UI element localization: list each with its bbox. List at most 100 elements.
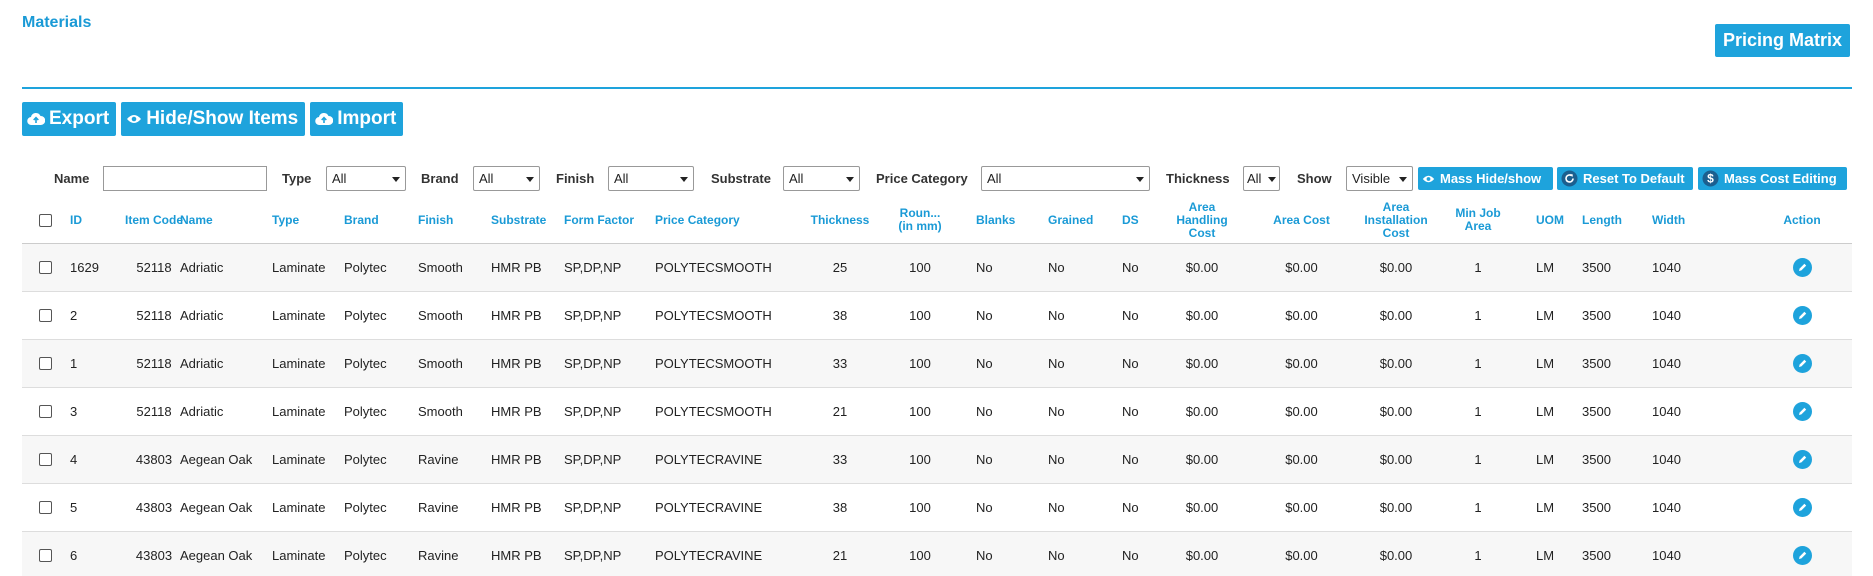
cell-type: Laminate [272, 404, 326, 419]
col-brand[interactable]: Brand [344, 196, 414, 244]
row-select-cell [38, 292, 52, 339]
cell-name: Adriatic [180, 356, 224, 371]
row-select-cell [38, 484, 52, 531]
col-grained[interactable]: Grained [1048, 196, 1108, 244]
type-filter-select[interactable]: All [326, 166, 406, 191]
cell-rounding: 100 [909, 548, 931, 563]
show-filter-select[interactable]: Visible [1346, 166, 1413, 191]
thickness-filter-value: All [1247, 171, 1262, 186]
col-length[interactable]: Length [1582, 196, 1642, 244]
col-area-handling-cost[interactable]: Area Handling Cost [1167, 196, 1237, 244]
cell-form-factor: SP,DP,NP [564, 452, 622, 467]
select-all-checkbox[interactable] [38, 213, 52, 227]
col-uom[interactable]: UOM [1536, 196, 1576, 244]
cell-grained: No [1048, 260, 1065, 275]
cell-ds: No [1122, 500, 1139, 515]
col-form-factor[interactable]: Form Factor [564, 196, 654, 244]
cell-id: 1629 [70, 260, 99, 275]
cell-price-category: POLYTECSMOOTH [655, 356, 772, 371]
cell-ds: No [1122, 404, 1139, 419]
price-category-filter-select[interactable]: All [981, 166, 1150, 191]
cell-min-job-area: 1 [1474, 308, 1482, 323]
cell-name: Aegean Oak [180, 500, 253, 515]
cell-area-cost: $0.00 [1285, 500, 1318, 515]
cell-price-category: POLYTECRAVINE [655, 500, 763, 515]
col-name[interactable]: Name [180, 196, 260, 244]
cell-length: 3500 [1582, 260, 1611, 275]
col-rounding[interactable]: Roun... (in mm) [895, 196, 945, 244]
finish-filter-select[interactable]: All [608, 166, 694, 191]
col-thickness[interactable]: Thickness [800, 196, 880, 244]
col-price-category[interactable]: Price Category [655, 196, 795, 244]
pencil-icon[interactable] [1792, 498, 1812, 517]
cell-price-category: POLYTECSMOOTH [655, 404, 772, 419]
cell-rounding: 100 [909, 500, 931, 515]
pricing-matrix-button[interactable]: Pricing Matrix [1715, 24, 1850, 57]
cell-area-handling-cost: $0.00 [1185, 548, 1219, 563]
col-min-job-area[interactable]: Min Job Area [1450, 196, 1506, 244]
pencil-icon[interactable] [1792, 402, 1812, 421]
reset-to-default-button[interactable]: Reset To Default [1557, 167, 1693, 190]
cell-blanks: No [976, 404, 993, 419]
row-checkbox[interactable] [38, 453, 52, 466]
cell-rounding: 100 [909, 356, 931, 371]
cell-area-handling-cost: $0.00 [1185, 404, 1219, 419]
cell-thickness: 21 [832, 548, 848, 563]
cell-area-installation-cost: $0.00 [1379, 452, 1413, 467]
cell-name: Aegean Oak [180, 548, 253, 563]
export-label: Export [49, 108, 110, 129]
row-select-cell [38, 388, 52, 435]
cell-thickness: 25 [832, 260, 848, 275]
col-width[interactable]: Width [1652, 196, 1712, 244]
substrate-filter-select[interactable]: All [783, 166, 860, 191]
hide-show-items-button[interactable]: Hide/Show Items [121, 102, 306, 136]
pencil-icon[interactable] [1792, 258, 1812, 277]
name-filter-label: Name [54, 171, 90, 186]
col-area-cost[interactable]: Area Cost [1254, 196, 1349, 244]
cell-price-category: POLYTECSMOOTH [655, 260, 772, 275]
pencil-icon[interactable] [1792, 354, 1812, 373]
brand-filter-select[interactable]: All [473, 166, 540, 191]
reset-to-default-label: Reset To Default [1583, 171, 1685, 186]
cell-width: 1040 [1652, 452, 1681, 467]
import-button[interactable]: Import [310, 102, 404, 136]
row-select-cell [38, 340, 52, 387]
row-checkbox[interactable] [38, 309, 52, 322]
col-type[interactable]: Type [272, 196, 342, 244]
row-checkbox[interactable] [38, 405, 52, 418]
col-ds[interactable]: DS [1122, 196, 1152, 244]
row-checkbox[interactable] [38, 501, 52, 514]
row-checkbox[interactable] [38, 357, 52, 370]
pencil-icon[interactable] [1792, 306, 1812, 325]
cell-brand: Polytec [344, 356, 387, 371]
cell-width: 1040 [1652, 260, 1681, 275]
col-area-installation-cost[interactable]: Area Installation Cost [1356, 196, 1436, 244]
name-filter-input[interactable] [103, 166, 267, 191]
cell-uom: LM [1536, 452, 1555, 467]
row-checkbox[interactable] [38, 549, 52, 562]
cell-brand: Polytec [344, 548, 387, 563]
col-id[interactable]: ID [70, 196, 120, 244]
col-substrate[interactable]: Substrate [491, 196, 561, 244]
export-button[interactable]: Export [22, 102, 117, 136]
cell-id: 3 [70, 404, 78, 419]
col-finish[interactable]: Finish [418, 196, 488, 244]
thickness-filter-select[interactable]: All [1243, 166, 1280, 191]
mass-cost-editing-button[interactable]: $ Mass Cost Editing [1698, 167, 1847, 190]
col-blanks[interactable]: Blanks [976, 196, 1036, 244]
table-body: 1629 52118 Adriatic Laminate Polytec Smooth HM… [22, 244, 1852, 576]
table-row: 4 43803 Aegean Oak Laminate Polytec Ravine HMR… [22, 436, 1852, 484]
pencil-icon[interactable] [1792, 450, 1812, 469]
pencil-icon[interactable] [1792, 546, 1812, 565]
cell-item-code: 43803 [135, 500, 173, 515]
select-all-cell [38, 196, 52, 244]
row-checkbox[interactable] [38, 261, 52, 274]
cell-ds: No [1122, 452, 1139, 467]
cell-thickness: 38 [832, 500, 848, 515]
cell-area-installation-cost: $0.00 [1379, 404, 1413, 419]
mass-hide-show-button[interactable]: Mass Hide/show [1418, 167, 1553, 190]
cell-name: Adriatic [180, 404, 224, 419]
cell-uom: LM [1536, 260, 1555, 275]
col-item-code[interactable]: Item Code [120, 196, 188, 244]
dollar-icon: $ [1702, 170, 1719, 187]
